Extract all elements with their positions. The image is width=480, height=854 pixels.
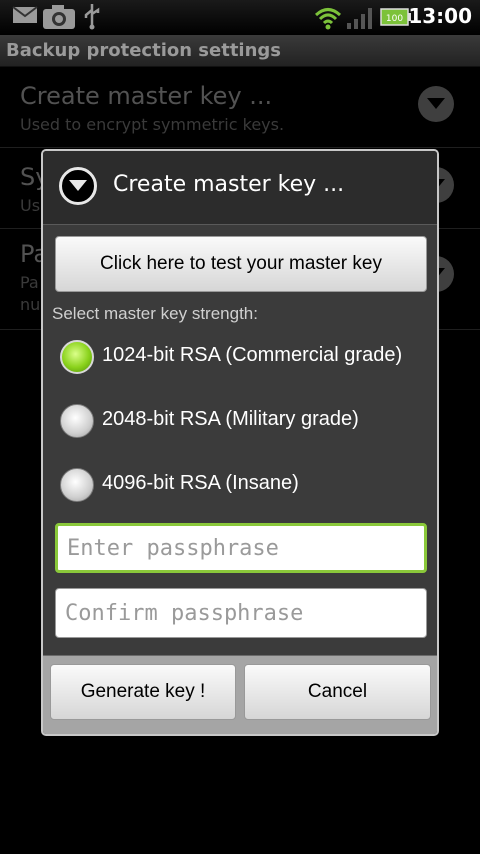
battery-icon: 100: [380, 8, 412, 30]
radio-button[interactable]: [60, 468, 94, 502]
passphrase-input[interactable]: [55, 523, 427, 573]
radio-button-selected[interactable]: [60, 340, 94, 374]
usb-icon: [82, 2, 102, 34]
cancel-button[interactable]: Cancel: [244, 664, 431, 720]
camera-icon: [42, 3, 76, 35]
dialog-button-bar: Generate key ! Cancel: [43, 655, 437, 734]
option-label: 2048-bit RSA (Military grade): [102, 408, 359, 430]
chevron-down-icon: [59, 167, 97, 205]
option-label: 1024-bit RSA (Commercial grade): [102, 344, 403, 366]
option-4096-rsa[interactable]: 4096-bit RSA (Insane): [43, 461, 437, 511]
strength-label: Select master key strength:: [52, 304, 258, 323]
dialog-title: Create master key ...: [113, 172, 345, 197]
status-bar: 100 13:00: [0, 0, 480, 35]
gmail-icon: [12, 5, 38, 29]
option-label: 4096-bit RSA (Insane): [102, 472, 299, 494]
create-master-key-dialog: Create master key ... Click here to test…: [41, 149, 439, 736]
option-1024-rsa[interactable]: 1024-bit RSA (Commercial grade): [43, 333, 437, 383]
signal-icon: [346, 6, 374, 34]
title-bar: Backup protection settings: [0, 35, 480, 67]
battery-level: 100: [386, 14, 403, 24]
confirm-passphrase-input[interactable]: [55, 588, 427, 638]
clock: 13:00: [408, 4, 472, 28]
test-master-key-button[interactable]: Click here to test your master key: [55, 236, 427, 292]
page-title: Backup protection settings: [6, 40, 282, 61]
wifi-icon: [314, 6, 342, 34]
radio-button[interactable]: [60, 404, 94, 438]
dialog-header: Create master key ...: [43, 151, 437, 225]
option-2048-rsa[interactable]: 2048-bit RSA (Military grade): [43, 397, 437, 447]
generate-key-button[interactable]: Generate key !: [50, 664, 236, 720]
